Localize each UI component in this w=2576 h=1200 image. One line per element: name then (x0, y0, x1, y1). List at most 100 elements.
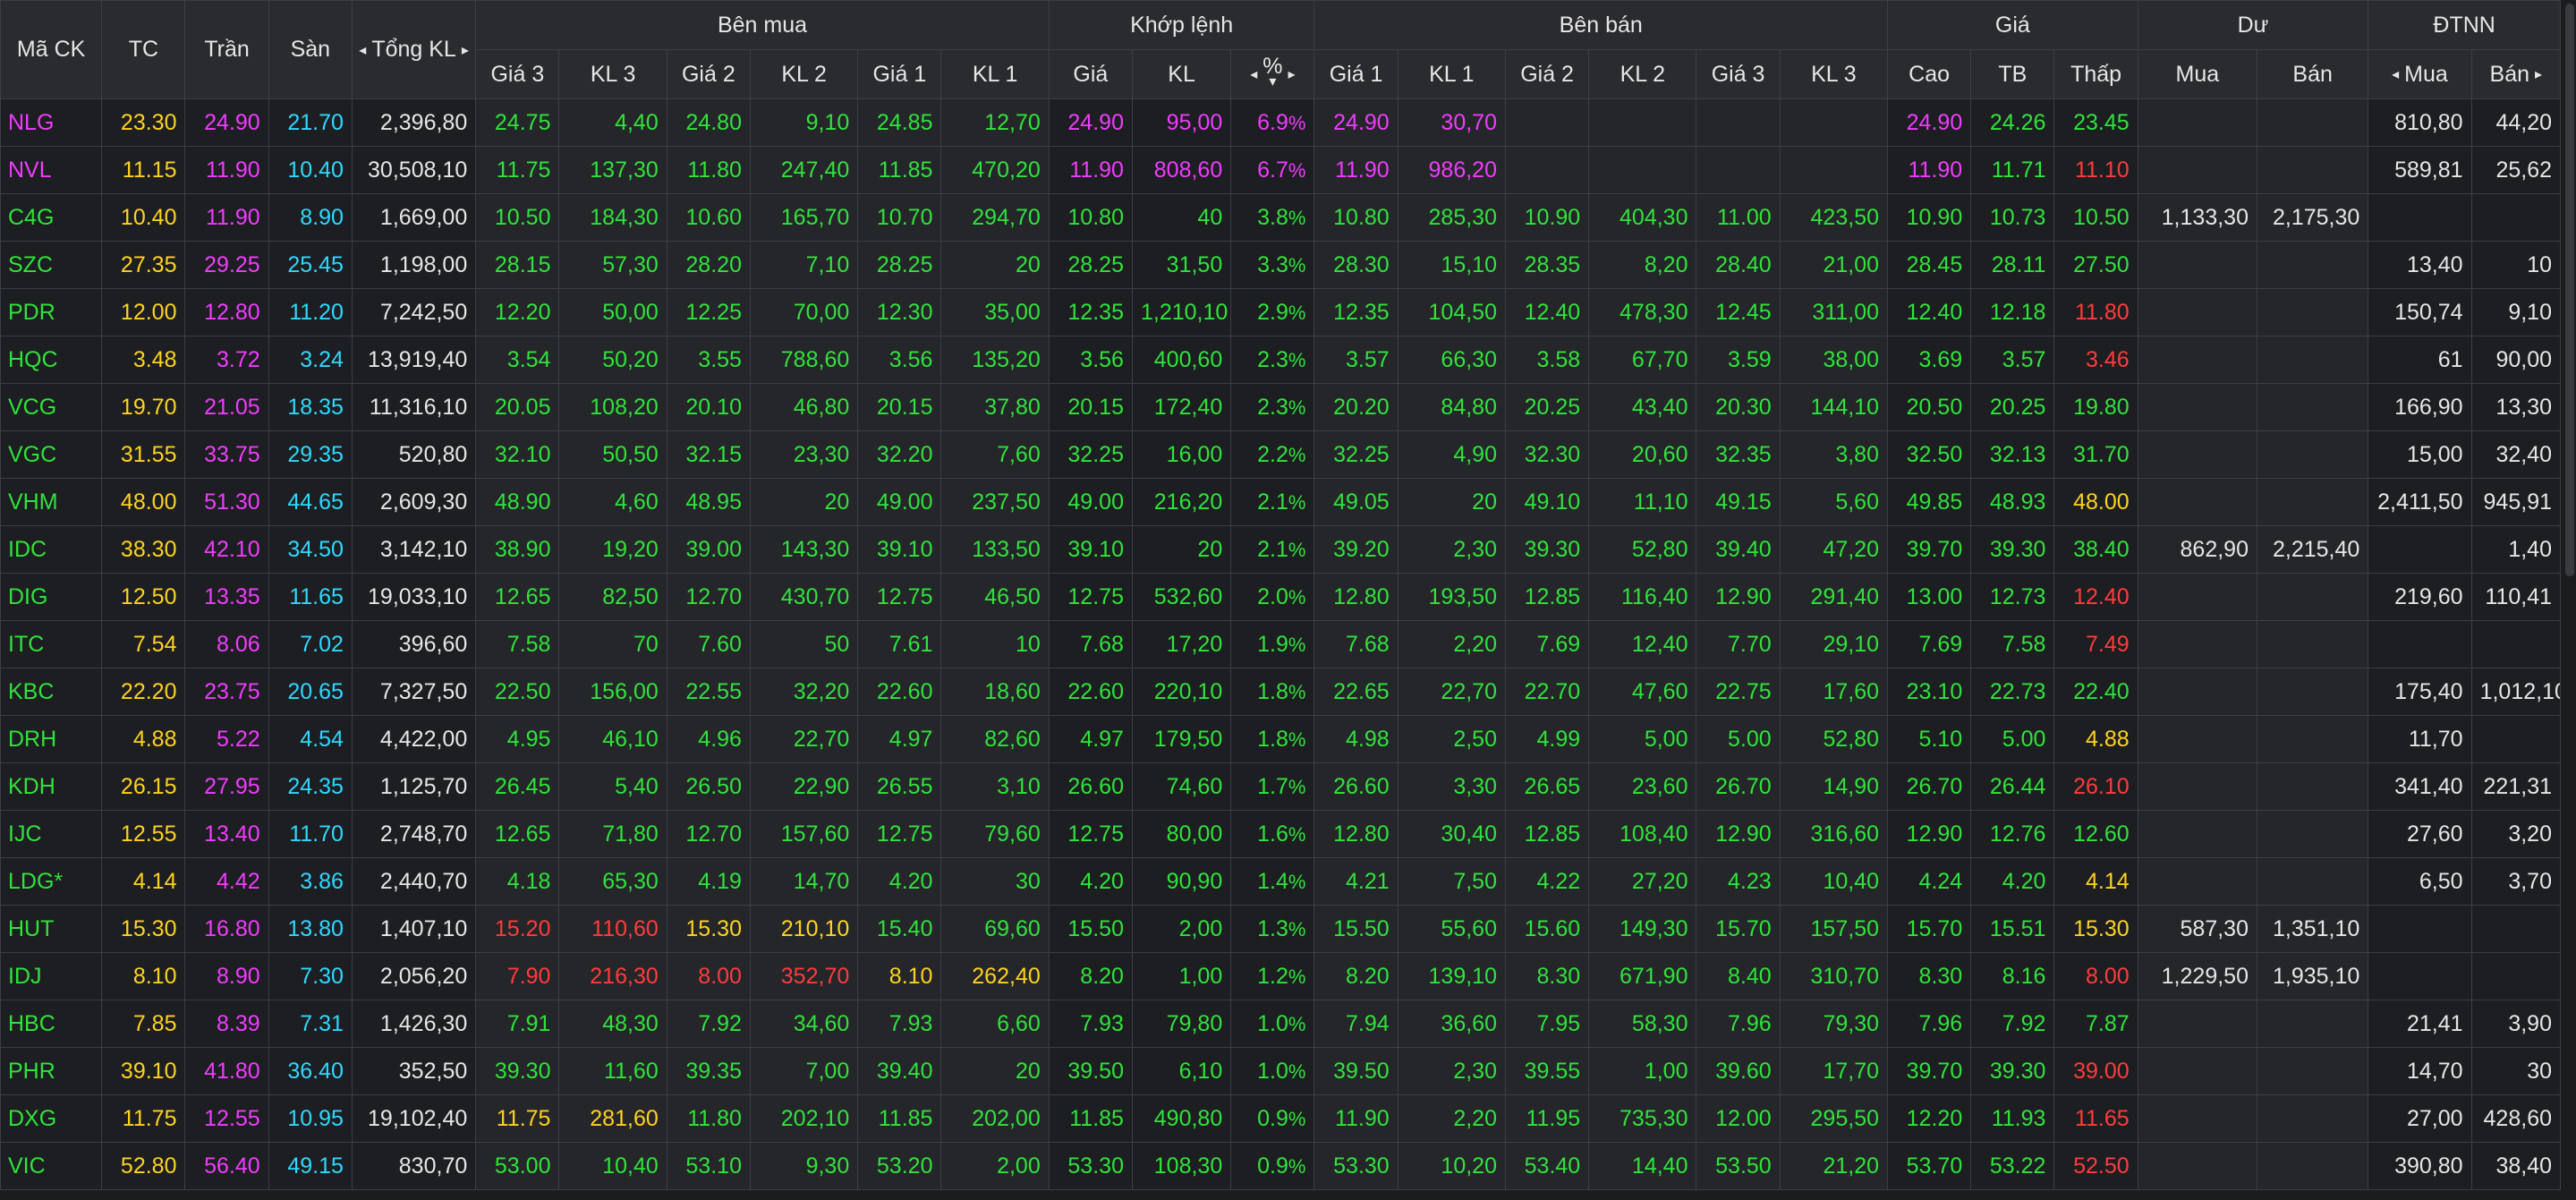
cell-buy-price1: 3.56 (857, 336, 942, 384)
header-average[interactable]: TB (1970, 49, 2055, 99)
header-sell-price1[interactable]: Giá 1 (1314, 49, 1399, 99)
table-row[interactable]: PHR 39.10 41.80 36.40 352,50 39.30 11,60 39.35 7… (0, 1047, 2562, 1095)
table-row[interactable]: NLG 23.30 24.90 21.70 2,396,80 24.75 4,40 24.80… (0, 98, 2562, 147)
cell-symbol[interactable]: C4G (0, 193, 103, 242)
table-row[interactable]: VIC 52.80 56.40 49.15 830,70 53.00 10,40 53.10 9… (0, 1142, 2562, 1190)
header-reference[interactable]: TC (101, 0, 186, 99)
table-row[interactable]: KDH 26.15 27.95 24.35 1,125,70 26.45 5,40 26.50… (0, 762, 2562, 811)
header-residual-sell[interactable]: Bán (2256, 49, 2369, 99)
cell-buy-vol2: 7,00 (749, 1047, 859, 1095)
cell-sell-price3: 12.90 (1696, 810, 1781, 858)
header-foreign-buy[interactable]: ◂ Mua (2368, 49, 2472, 99)
table-row[interactable]: IDJ 8.10 8.90 7.30 2,056,20 7.90 216,30 8.00 352… (0, 952, 2562, 1000)
table-row[interactable]: NVL 11.15 11.90 10.40 30,508,10 11.75 137,30 11… (0, 146, 2562, 194)
cell-buy-vol3: 184,30 (558, 193, 667, 242)
cell-buy-price2: 24.80 (666, 98, 751, 147)
cell-sell-vol1: 36,60 (1397, 1000, 1506, 1048)
table-row[interactable]: PDR 12.00 12.80 11.20 7,242,50 12.20 50,00 12.2… (0, 288, 2562, 336)
table-row[interactable]: SZC 27.35 29.25 25.45 1,198,00 28.15 57,30 28.2… (0, 241, 2562, 289)
table-row[interactable]: IDC 38.30 42.10 34.50 3,142,10 38.90 19,20 39.0… (0, 525, 2562, 574)
header-foreign-sell[interactable]: Bán ▸ (2470, 49, 2562, 99)
cell-symbol[interactable]: SZC (0, 241, 103, 289)
cell-symbol[interactable]: ITC (0, 620, 103, 668)
cell-symbol[interactable]: IDC (0, 525, 103, 574)
cell-symbol[interactable]: DIG (0, 573, 103, 621)
header-buy-vol1[interactable]: KL 1 (940, 49, 1050, 99)
cell-symbol[interactable]: HUT (0, 905, 103, 953)
header-sell-vol1[interactable]: KL 1 (1397, 49, 1506, 99)
header-buy-price3[interactable]: Giá 3 (475, 49, 560, 99)
header-floor[interactable]: Sàn (268, 0, 353, 99)
foreign-right-arrow-icon[interactable]: ▸ (2535, 65, 2542, 83)
header-symbol[interactable]: Mã CK (0, 0, 103, 99)
table-row[interactable]: IJC 12.55 13.40 11.70 2,748,70 12.65 71,80 12.7… (0, 810, 2562, 858)
cell-match-volume: 17,20 (1131, 620, 1232, 668)
table-row[interactable]: DRH 4.88 5.22 4.54 4,422,00 4.95 46,10 4.96 22,7… (0, 715, 2562, 763)
header-buy-price1[interactable]: Giá 1 (857, 49, 942, 99)
cell-symbol[interactable]: HBC (0, 1000, 103, 1048)
header-sell-vol2[interactable]: KL 2 (1588, 49, 1697, 99)
header-match-volume[interactable]: KL (1131, 49, 1232, 99)
table-row[interactable]: VHM 48.00 51.30 44.65 2,609,30 48.90 4,60 48.95… (0, 478, 2562, 526)
header-match-price[interactable]: Giá (1048, 49, 1133, 99)
sort-desc-icon[interactable]: ▾ (1269, 74, 1276, 90)
header-sell-price3[interactable]: Giá 3 (1696, 49, 1781, 99)
cell-symbol[interactable]: LDG* (0, 857, 103, 906)
header-high[interactable]: Cao (1886, 49, 1972, 99)
table-row[interactable]: KBC 22.20 23.75 20.65 7,327,50 22.50 156,00 22.… (0, 668, 2562, 716)
table-row[interactable]: HBC 7.85 8.39 7.31 1,426,30 7.91 48,30 7.92 34,6… (0, 1000, 2562, 1048)
cell-sell-price1: 12.35 (1314, 288, 1399, 336)
table-row[interactable]: VCG 19.70 21.05 18.35 11,316,10 20.05 108,20 20… (0, 383, 2562, 431)
cell-residual-sell (2256, 241, 2369, 289)
header-buy-price2[interactable]: Giá 2 (666, 49, 751, 99)
scroll-right-arrow-icon[interactable]: ▸ (462, 41, 469, 59)
table-row[interactable]: HQC 3.48 3.72 3.24 13,919,40 3.54 50,20 3.55 788… (0, 336, 2562, 384)
percent-right-arrow-icon[interactable]: ▸ (1288, 65, 1295, 83)
cell-sell-price2: 11.95 (1504, 1094, 1590, 1143)
cell-symbol[interactable]: DXG (0, 1094, 103, 1143)
header-sell-vol3[interactable]: KL 3 (1779, 49, 1889, 99)
cell-average: 5.00 (1970, 715, 2055, 763)
cell-symbol[interactable]: VHM (0, 478, 103, 526)
cell-symbol[interactable]: IJC (0, 810, 103, 858)
table-row[interactable]: ITC 7.54 8.06 7.02 396,60 7.58 70 7.60 50 7.61 10 7… (0, 620, 2562, 668)
table-row[interactable]: VGC 31.55 33.75 29.35 520,80 32.10 50,50 32.15 2… (0, 430, 2562, 479)
header-sell-price2[interactable]: Giá 2 (1504, 49, 1590, 99)
header-residual-buy[interactable]: Mua (2137, 49, 2257, 99)
cell-symbol[interactable]: VGC (0, 430, 103, 479)
cell-foreign-sell: 10 (2470, 241, 2562, 289)
cell-symbol[interactable]: PHR (0, 1047, 103, 1095)
header-buy-vol3[interactable]: KL 3 (558, 49, 667, 99)
cell-buy-vol3: 108,20 (558, 383, 667, 431)
cell-residual-buy (2137, 146, 2257, 194)
foreign-left-arrow-icon[interactable]: ◂ (2392, 65, 2399, 83)
scroll-left-arrow-icon[interactable]: ◂ (359, 41, 366, 59)
cell-high: 39.70 (1886, 1047, 1972, 1095)
cell-match-percent: 2.2% (1230, 430, 1315, 479)
table-row[interactable]: DXG 11.75 12.55 10.95 19,102,40 11.75 281,60 11… (0, 1094, 2562, 1143)
header-ceiling[interactable]: Trần (184, 0, 269, 99)
percent-left-arrow-icon[interactable]: ◂ (1250, 65, 1257, 83)
header-low[interactable]: Thấp (2053, 49, 2138, 99)
header-foreign: ĐTNN (2368, 0, 2561, 50)
scrollbar-thumb[interactable] (2565, 4, 2574, 576)
scrollbar-track[interactable] (2562, 0, 2576, 1200)
cell-symbol[interactable]: DRH (0, 715, 103, 763)
cell-symbol[interactable]: KBC (0, 668, 103, 716)
cell-symbol[interactable]: NVL (0, 146, 103, 194)
cell-symbol[interactable]: HQC (0, 336, 103, 384)
header-match-percent[interactable]: ◂ % ▾ ▸ (1230, 49, 1315, 99)
cell-symbol[interactable]: VIC (0, 1142, 103, 1190)
table-row[interactable]: LDG* 4.14 4.42 3.86 2,440,70 4.18 65,30 4.19 14,… (0, 857, 2562, 906)
header-total-volume[interactable]: ◂ Tổng KL ▸ (351, 0, 477, 99)
table-row[interactable]: DIG 12.50 13.35 11.65 19,033,10 12.65 82,50 12.… (0, 573, 2562, 621)
header-foreign-buy-label: Mua (2404, 61, 2448, 87)
cell-symbol[interactable]: PDR (0, 288, 103, 336)
cell-symbol[interactable]: NLG (0, 98, 103, 147)
header-buy-vol2[interactable]: KL 2 (749, 49, 859, 99)
cell-symbol[interactable]: VCG (0, 383, 103, 431)
cell-symbol[interactable]: KDH (0, 762, 103, 811)
table-row[interactable]: HUT 15.30 16.80 13.80 1,407,10 15.20 110,60 15.… (0, 905, 2562, 953)
cell-symbol[interactable]: IDJ (0, 952, 103, 1000)
table-row[interactable]: C4G 10.40 11.90 8.90 1,669,00 10.50 184,30 10.6… (0, 193, 2562, 242)
